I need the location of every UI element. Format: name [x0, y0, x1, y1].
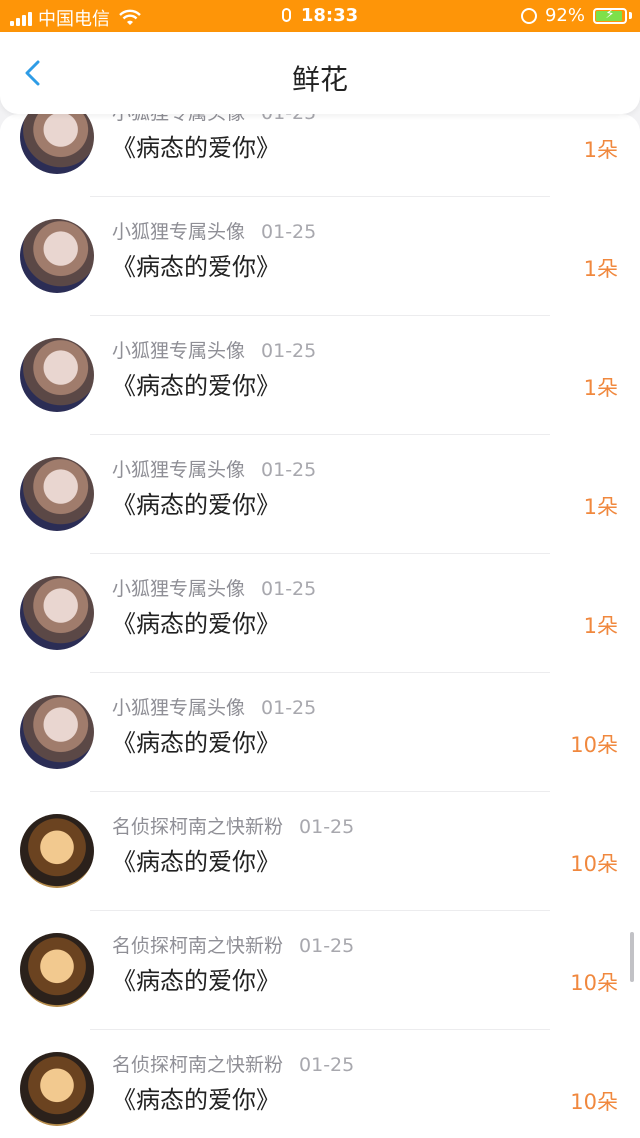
user-name: 小狐狸专属头像	[112, 697, 246, 719]
poem-title: 《病态的爱你》	[112, 610, 280, 638]
user-name: 名侦探柯南之快新粉	[112, 935, 284, 957]
list-item[interactable]: 小狐狸专属头像 01-25 《病态的爱你》 1朵	[0, 114, 640, 197]
user-name: 小狐狸专属头像	[112, 221, 246, 243]
list-item[interactable]: 名侦探柯南之快新粉 01-25 《病态的爱你》 10朵	[0, 792, 640, 911]
list-item[interactable]: 小狐狸专属头像 01-25 《病态的爱你》 1朵	[0, 435, 640, 554]
page-title: 鲜花	[291, 63, 348, 96]
user-name: 小狐狸专属头像	[112, 578, 246, 600]
row-meta: 小狐狸专属头像 01-25	[112, 114, 316, 125]
status-time: 18:33	[300, 5, 359, 26]
flower-count: 10朵	[570, 971, 618, 995]
avatar[interactable]	[20, 695, 94, 769]
avatar[interactable]	[20, 1052, 94, 1126]
user-name: 名侦探柯南之快新粉	[112, 1054, 284, 1076]
battery-cap	[629, 12, 632, 19]
row-date: 01-25	[261, 221, 317, 243]
row-date: 01-25	[299, 935, 355, 957]
charging-bolt-icon: ⚡	[605, 6, 615, 22]
row-meta: 小狐狸专属头像 01-25	[112, 693, 316, 720]
avatar[interactable]	[20, 338, 94, 412]
flower-count: 1朵	[583, 376, 618, 400]
row-meta: 名侦探柯南之快新粉 01-25	[112, 1050, 354, 1077]
row-date: 01-25	[261, 340, 317, 362]
flower-count: 1朵	[583, 138, 618, 162]
row-date: 01-25	[261, 697, 317, 719]
poem-title: 《病态的爱你》	[112, 848, 280, 876]
user-name: 小狐狸专属头像	[112, 340, 246, 362]
flower-count: 10朵	[570, 733, 618, 757]
row-meta: 小狐狸专属头像 01-25	[112, 455, 316, 482]
list-item[interactable]: 名侦探柯南之快新粉 01-25 《病态的爱你》 10朵	[0, 911, 640, 1030]
list-item[interactable]: 小狐狸专属头像 01-25 《病态的爱你》 1朵	[0, 197, 640, 316]
poem-title: 《病态的爱你》	[112, 134, 280, 162]
avatar[interactable]	[20, 457, 94, 531]
avatar[interactable]	[20, 933, 94, 1007]
avatar[interactable]	[20, 219, 94, 293]
poem-title: 《病态的爱你》	[112, 729, 280, 757]
flower-count: 1朵	[583, 614, 618, 638]
flower-count: 1朵	[583, 257, 618, 281]
navigation-bar: 鲜花	[0, 32, 640, 114]
battery-icon: ⚡	[593, 6, 627, 24]
poem-title: 《病态的爱你》	[112, 372, 280, 400]
row-meta: 小狐狸专属头像 01-25	[112, 336, 316, 363]
flower-list[interactable]: 小狐狸专属头像01-25《病态的爱你》1朵小狐狸专属头像01-25《病态的爱你》…	[0, 114, 640, 1138]
poem-title: 《病态的爱你》	[112, 967, 280, 995]
list-item[interactable]: 小狐狸专属头像 01-25 《病态的爱你》 10朵	[0, 673, 640, 792]
user-name: 小狐狸专属头像	[112, 114, 245, 124]
poem-title: 《病态的爱你》	[112, 253, 280, 281]
poem-title: 《病态的爱你》	[112, 491, 280, 519]
row-date: 01-25	[299, 816, 355, 838]
flower-count: 10朵	[570, 1090, 618, 1114]
row-meta: 名侦探柯南之快新粉 01-25	[112, 812, 354, 839]
list-item[interactable]: 小狐狸专属头像 01-25 《病态的爱你》 1朵	[0, 316, 640, 435]
user-name: 小狐狸专属头像	[112, 459, 246, 481]
row-date: 01-25	[261, 578, 317, 600]
list-item[interactable]: 小狐狸专属头像 01-25 《病态的爱你》 1朵	[0, 554, 640, 673]
row-meta: 名侦探柯南之快新粉 01-25	[112, 931, 354, 958]
scrollbar[interactable]	[630, 932, 634, 982]
flower-count: 1朵	[583, 495, 618, 519]
battery-percent: 92%	[544, 5, 585, 26]
avatar[interactable]	[20, 814, 94, 888]
list-item[interactable]: 名侦探柯南之快新粉 01-25 《病态的爱你》 10朵	[0, 1030, 640, 1138]
row-meta: 小狐狸专属头像 01-25	[112, 217, 316, 244]
avatar[interactable]	[20, 576, 94, 650]
flower-count: 10朵	[570, 852, 618, 876]
poem-title: 《病态的爱你》	[112, 1086, 280, 1114]
row-date: 01-25	[261, 114, 316, 124]
avatar[interactable]	[20, 114, 94, 174]
row-date: 01-25	[299, 1054, 355, 1076]
orientation-lock-icon	[520, 7, 537, 24]
user-name: 名侦探柯南之快新粉	[112, 816, 284, 838]
microphone-icon	[281, 8, 291, 22]
status-right: 92% ⚡	[520, 5, 632, 26]
row-meta: 小狐狸专属头像 01-25	[112, 574, 316, 601]
status-bar: 中国电信 18:33 92% ⚡	[0, 0, 640, 32]
row-date: 01-25	[261, 459, 317, 481]
